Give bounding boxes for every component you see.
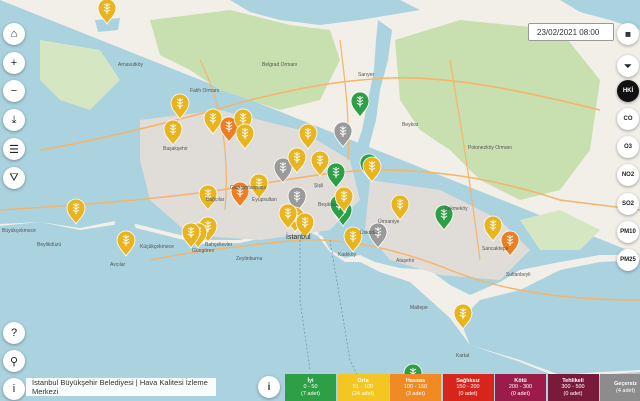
map-label: İstanbul: [286, 234, 311, 241]
legend-count: (0 adet): [563, 390, 583, 397]
map-label: Zeytinburnu: [236, 256, 263, 262]
map-label: Küçükçekmece: [140, 244, 174, 250]
map-canvas[interactable]: [0, 0, 640, 401]
legend-item: Tehlikeli 300 - 500 (0 adet): [547, 374, 599, 401]
legend-info-button[interactable]: i: [258, 376, 280, 398]
station-marker[interactable]: [333, 121, 353, 148]
map-label: Gaziosmanpaşa: [230, 185, 267, 191]
legend-count: (4 adet): [616, 387, 635, 394]
legend-count: (0 adet): [458, 390, 478, 397]
search-icon[interactable]: ⚲: [3, 350, 25, 372]
lake-buyukcekmece: [38, 178, 62, 220]
legend-count: (0 adet): [511, 390, 530, 397]
pollutant-o3-button[interactable]: O3: [617, 136, 639, 158]
legend-item: Sağlıksız 150 - 200 (0 adet): [442, 374, 494, 401]
date-input[interactable]: 23/02/2021 08:00: [528, 23, 614, 41]
station-marker[interactable]: [362, 156, 382, 183]
map-label: Fatih Ormanı: [190, 88, 220, 94]
pollutant-hki-button[interactable]: HKİ: [617, 80, 639, 102]
legend-item: Orta 51 - 100 (24 adet): [337, 374, 389, 401]
map-label: Ataşehir: [396, 258, 415, 264]
map-label: Büyükçekmece: [2, 228, 36, 234]
legend-item: Hassas 100 - 150 (3 adet): [390, 374, 441, 401]
pollutant-co-button[interactable]: CO: [617, 108, 639, 130]
filter-icon[interactable]: ⏷: [617, 55, 639, 77]
map-label: Çekmeköy: [444, 206, 468, 212]
legend-count: (3 adet): [406, 390, 425, 397]
legend-count: (7 adet): [301, 390, 320, 397]
pollutant-so2-button[interactable]: SO2: [617, 193, 639, 215]
help-icon[interactable]: ?: [3, 322, 25, 344]
attribution-text: İstanbul Büyükşehir Belediyesi | Hava Ka…: [26, 378, 216, 396]
info-icon[interactable]: i: [3, 378, 25, 400]
zoom-out-icon[interactable]: −: [3, 80, 25, 102]
map-label: Avcılar: [110, 262, 126, 268]
aqi-legend: İyi 0 - 50 (7 adet) Orta 51 - 100 (24 adet) Ha…: [285, 374, 640, 401]
road-icon[interactable]: ⛛: [3, 167, 25, 189]
map-label: Maltepe: [410, 305, 428, 311]
pollutant-no2-button[interactable]: NO2: [617, 164, 639, 186]
download-icon[interactable]: ⤓: [3, 109, 25, 131]
map-label: Kadıköy: [338, 252, 357, 258]
pollutant-pm10-button[interactable]: PM10: [617, 221, 639, 243]
pollutant-pm25-button[interactable]: PM25: [617, 249, 639, 271]
station-marker[interactable]: [66, 198, 86, 225]
map-label: Polonezköy Ormanı: [468, 145, 512, 151]
forest-polonezkoy: [395, 20, 600, 200]
map-label: Beylikdüzü: [37, 242, 62, 248]
map-label: Güngören: [192, 248, 215, 254]
map-label: Sancaktepe: [482, 246, 509, 252]
legend-count: (24 adet): [351, 390, 374, 397]
map-label: Sultanbeyli: [506, 272, 531, 278]
map-label: Sarıyer: [358, 72, 375, 78]
map-label: Eyüpsultan: [252, 197, 277, 203]
map-label: Belgrad Ormanı: [262, 62, 298, 68]
map-label: Arnavutköy: [118, 62, 144, 68]
zoom-in-icon[interactable]: +: [3, 52, 25, 74]
map-label: Bağcılar: [206, 197, 225, 203]
map-label: Üsküdar: [360, 230, 379, 236]
map-label: Bahçelievler: [205, 242, 233, 248]
legend-item: İyi 0 - 50 (7 adet): [285, 374, 336, 401]
map-label: Beykoz: [402, 122, 419, 128]
home-icon[interactable]: ⌂: [3, 23, 25, 45]
map-label: Başakşehir: [163, 146, 188, 152]
calendar-icon[interactable]: ▦: [617, 23, 639, 45]
map-label: Kartal: [456, 353, 470, 359]
list-icon[interactable]: ☰: [3, 138, 25, 160]
legend-item: Geçersiz (4 adet): [600, 374, 640, 401]
map-label: Ümraniye: [378, 219, 400, 225]
map-label: Şişli: [314, 183, 324, 189]
legend-item: Kötü 200 - 300 (0 adet): [495, 374, 546, 401]
map-label: Beşiktaş: [318, 202, 337, 208]
